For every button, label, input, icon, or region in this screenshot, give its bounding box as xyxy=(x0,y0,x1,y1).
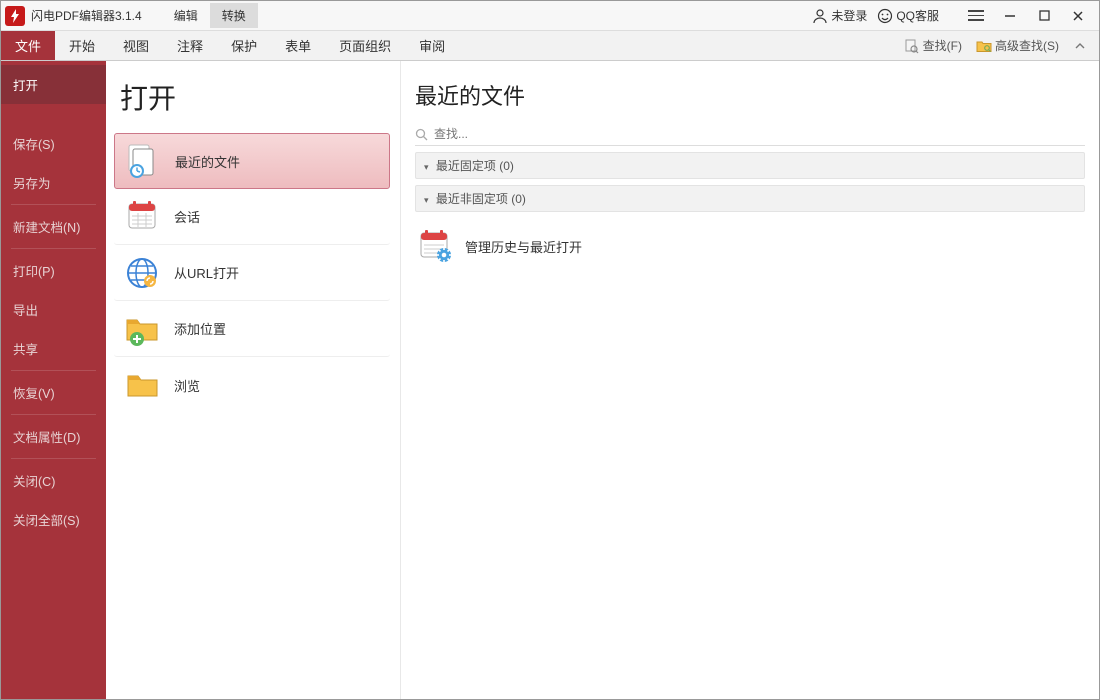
calendar-gear-icon xyxy=(415,226,455,266)
session-icon xyxy=(122,197,162,237)
globe-icon xyxy=(122,253,162,293)
smile-icon xyxy=(877,8,893,24)
sidebar-item-saveas[interactable]: 另存为 xyxy=(1,163,106,202)
main: 打开 保存(S) 另存为 新建文档(N) 打印(P) 导出 共享 恢复(V) 文… xyxy=(1,61,1099,699)
find-icon xyxy=(904,38,920,54)
sidebar-item-close[interactable]: 关闭(C) xyxy=(1,461,106,500)
open-item-addlocation[interactable]: 添加位置 xyxy=(114,301,390,357)
sidebar-item-closeall[interactable]: 关闭全部(S) xyxy=(1,500,106,539)
menu-button[interactable] xyxy=(959,2,993,30)
find-label: 查找(F) xyxy=(923,37,962,54)
sidebar-item-print[interactable]: 打印(P) xyxy=(1,251,106,290)
ribbon-tab-view[interactable]: 视图 xyxy=(109,31,163,60)
open-item-label: 最近的文件 xyxy=(175,152,240,171)
sidebar-sep xyxy=(11,458,96,459)
recent-search-input[interactable] xyxy=(434,127,1085,141)
sidebar-item-share[interactable]: 共享 xyxy=(1,329,106,368)
sidebar-item-export[interactable]: 导出 xyxy=(1,290,106,329)
open-item-label: 会话 xyxy=(174,207,200,226)
sidebar-sep xyxy=(11,204,96,205)
pinned-label: 最近固定项 (0) xyxy=(436,159,514,173)
open-item-label: 添加位置 xyxy=(174,319,226,338)
ribbon-tab-protect[interactable]: 保护 xyxy=(217,31,271,60)
triangle-down-icon: ▾ xyxy=(424,195,429,205)
recent-unpinned-header[interactable]: ▾ 最近非固定项 (0) xyxy=(415,185,1085,212)
collapse-ribbon-button[interactable] xyxy=(1069,41,1091,51)
recent-panel: 最近的文件 ▾ 最近固定项 (0) ▾ 最近非固定项 (0) xyxy=(401,61,1099,699)
minimize-button[interactable] xyxy=(993,2,1027,30)
recent-title: 最近的文件 xyxy=(415,79,1085,111)
close-icon xyxy=(1071,9,1085,23)
titlebar: 闪电PDF编辑器3.1.4 编辑 转换 未登录 QQ客服 xyxy=(1,1,1099,31)
sidebar-item-newdoc[interactable]: 新建文档(N) xyxy=(1,207,106,246)
sidebar-sep xyxy=(11,414,96,415)
recent-search[interactable] xyxy=(415,123,1085,146)
manage-label: 管理历史与最近打开 xyxy=(465,237,582,256)
ribbon-tab-annotate[interactable]: 注释 xyxy=(163,31,217,60)
open-item-session[interactable]: 会话 xyxy=(114,189,390,245)
minimize-icon xyxy=(1003,9,1017,23)
login-status[interactable]: 未登录 xyxy=(812,7,867,24)
open-panel-title: 打开 xyxy=(120,77,386,117)
ribbon: 文件 开始 视图 注释 保护 表单 页面组织 审阅 查找(F) 高级查找(S) xyxy=(1,31,1099,61)
folder-add-icon xyxy=(122,309,162,349)
title-mode-tabs: 编辑 转换 xyxy=(162,3,258,28)
maximize-icon xyxy=(1038,9,1051,22)
manage-history-button[interactable]: 管理历史与最近打开 xyxy=(415,226,1085,266)
login-label: 未登录 xyxy=(831,7,867,24)
qq-label: QQ客服 xyxy=(896,7,939,24)
sidebar-sep xyxy=(11,248,96,249)
ribbon-tab-review[interactable]: 审阅 xyxy=(405,31,459,60)
sidebar-item-save[interactable]: 保存(S) xyxy=(1,124,106,163)
user-icon xyxy=(812,8,828,24)
hamburger-icon xyxy=(968,10,984,21)
open-item-label: 浏览 xyxy=(174,376,200,395)
mode-tab-convert[interactable]: 转换 xyxy=(210,3,258,28)
adv-find-label: 高级查找(S) xyxy=(995,37,1059,54)
find-button[interactable]: 查找(F) xyxy=(900,35,966,56)
open-item-label: 从URL打开 xyxy=(174,263,239,282)
sidebar-item-restore[interactable]: 恢复(V) xyxy=(1,373,106,412)
folder-icon xyxy=(122,365,162,405)
titlebar-right: 未登录 QQ客服 xyxy=(812,2,1095,30)
open-item-browse[interactable]: 浏览 xyxy=(114,357,390,413)
file-sidebar: 打开 保存(S) 另存为 新建文档(N) 打印(P) 导出 共享 恢复(V) 文… xyxy=(1,61,106,699)
triangle-down-icon: ▾ xyxy=(424,162,429,172)
recent-pinned-header[interactable]: ▾ 最近固定项 (0) xyxy=(415,152,1085,179)
folder-search-icon xyxy=(976,38,992,54)
app-title: 闪电PDF编辑器3.1.4 xyxy=(31,7,142,24)
maximize-button[interactable] xyxy=(1027,2,1061,30)
chevron-up-icon xyxy=(1075,41,1085,51)
qq-service[interactable]: QQ客服 xyxy=(877,7,939,24)
search-icon xyxy=(415,128,428,141)
open-panel: 打开 最近的文件 xyxy=(106,61,401,699)
ribbon-tab-form[interactable]: 表单 xyxy=(271,31,325,60)
ribbon-right: 查找(F) 高级查找(S) xyxy=(900,31,1099,60)
ribbon-tab-file[interactable]: 文件 xyxy=(1,31,55,60)
mode-tab-edit[interactable]: 编辑 xyxy=(162,3,210,28)
window-controls xyxy=(959,2,1095,30)
recent-files-icon xyxy=(123,141,163,181)
close-button[interactable] xyxy=(1061,2,1095,30)
app-icon xyxy=(5,6,25,26)
sidebar-sep xyxy=(11,370,96,371)
open-item-url[interactable]: 从URL打开 xyxy=(114,245,390,301)
adv-find-button[interactable]: 高级查找(S) xyxy=(972,35,1063,56)
ribbon-tab-start[interactable]: 开始 xyxy=(55,31,109,60)
sidebar-item-docprops[interactable]: 文档属性(D) xyxy=(1,417,106,456)
ribbon-tab-pageorg[interactable]: 页面组织 xyxy=(325,31,405,60)
open-item-recent[interactable]: 最近的文件 xyxy=(114,133,390,189)
unpinned-label: 最近非固定项 (0) xyxy=(436,192,526,206)
sidebar-item-open[interactable]: 打开 xyxy=(1,65,106,104)
